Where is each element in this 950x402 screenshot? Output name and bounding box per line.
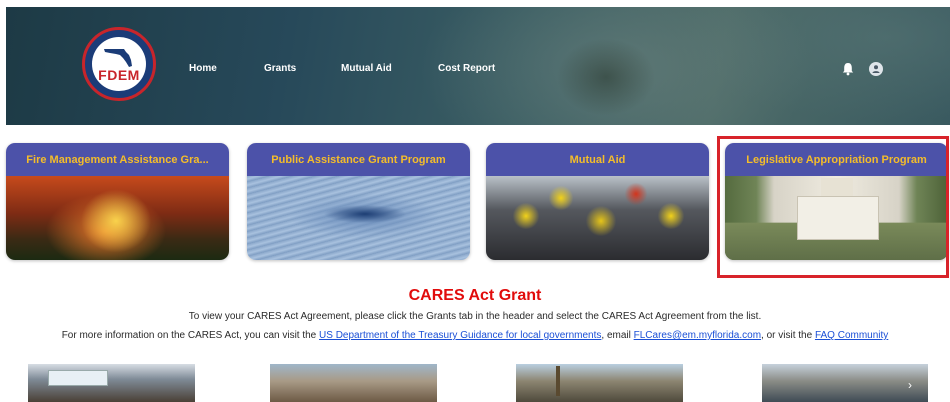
- tile-mutual-aid[interactable]: Mutual Aid: [486, 143, 709, 260]
- nav-mutual-aid[interactable]: Mutual Aid: [341, 63, 392, 74]
- treasury-guidance-link[interactable]: US Department of the Treasury Guidance f…: [319, 330, 601, 341]
- capitol-building: [797, 196, 879, 240]
- nav-home[interactable]: Home: [189, 63, 217, 74]
- user-silhouette-icon: [872, 65, 880, 73]
- faq-community-link[interactable]: FAQ Community: [815, 330, 888, 341]
- tile-fire-management[interactable]: Fire Management Assistance Gra...: [6, 143, 229, 260]
- header-banner: FDEM Home Grants Mutual Aid Cost Report: [6, 7, 950, 125]
- florida-map-icon: [104, 49, 132, 67]
- fdem-logo[interactable]: FDEM: [82, 27, 156, 101]
- user-avatar-icon[interactable]: [869, 62, 883, 76]
- capitol-building-photo: [725, 176, 948, 260]
- cares-info-line: For more information on the CARES Act, y…: [0, 330, 950, 341]
- tile-title: Public Assistance Grant Program: [247, 143, 470, 176]
- tile-legislative-appropriation[interactable]: Legislative Appropriation Program: [725, 143, 948, 260]
- cares-title: CARES Act Grant: [408, 287, 542, 304]
- thumbnail-debris[interactable]: [270, 364, 437, 402]
- nav-cost-report[interactable]: Cost Report: [438, 63, 495, 74]
- info-text: , email: [601, 330, 634, 341]
- nav-grants[interactable]: Grants: [264, 63, 296, 74]
- info-text: , or visit the: [761, 330, 815, 341]
- tile-title: Fire Management Assistance Gra...: [6, 143, 229, 176]
- email-link[interactable]: FLCares@em.myflorida.com: [634, 330, 761, 341]
- logo-text: FDEM: [98, 67, 140, 83]
- whiteboard: [48, 370, 108, 386]
- firefighters-photo: [486, 176, 709, 260]
- thumbnail-flooding[interactable]: ›: [762, 364, 928, 402]
- chevron-right-icon[interactable]: ›: [908, 378, 922, 392]
- info-text: For more information on the CARES Act, y…: [61, 330, 320, 341]
- tile-public-assistance[interactable]: Public Assistance Grant Program: [247, 143, 470, 260]
- wildfire-photo: [6, 176, 229, 260]
- tile-title: Legislative Appropriation Program: [725, 143, 948, 176]
- bell-icon[interactable]: [841, 62, 855, 76]
- tile-title: Mutual Aid: [486, 143, 709, 176]
- thumbnail-storm-damage[interactable]: [516, 364, 683, 402]
- palm-tree: [556, 366, 560, 396]
- logo-inner: FDEM: [92, 37, 146, 91]
- hurricane-ocean-photo: [247, 176, 470, 260]
- thumbnail-classroom[interactable]: [28, 364, 195, 402]
- cares-instructions: To view your CARES Act Agreement, please…: [188, 311, 762, 322]
